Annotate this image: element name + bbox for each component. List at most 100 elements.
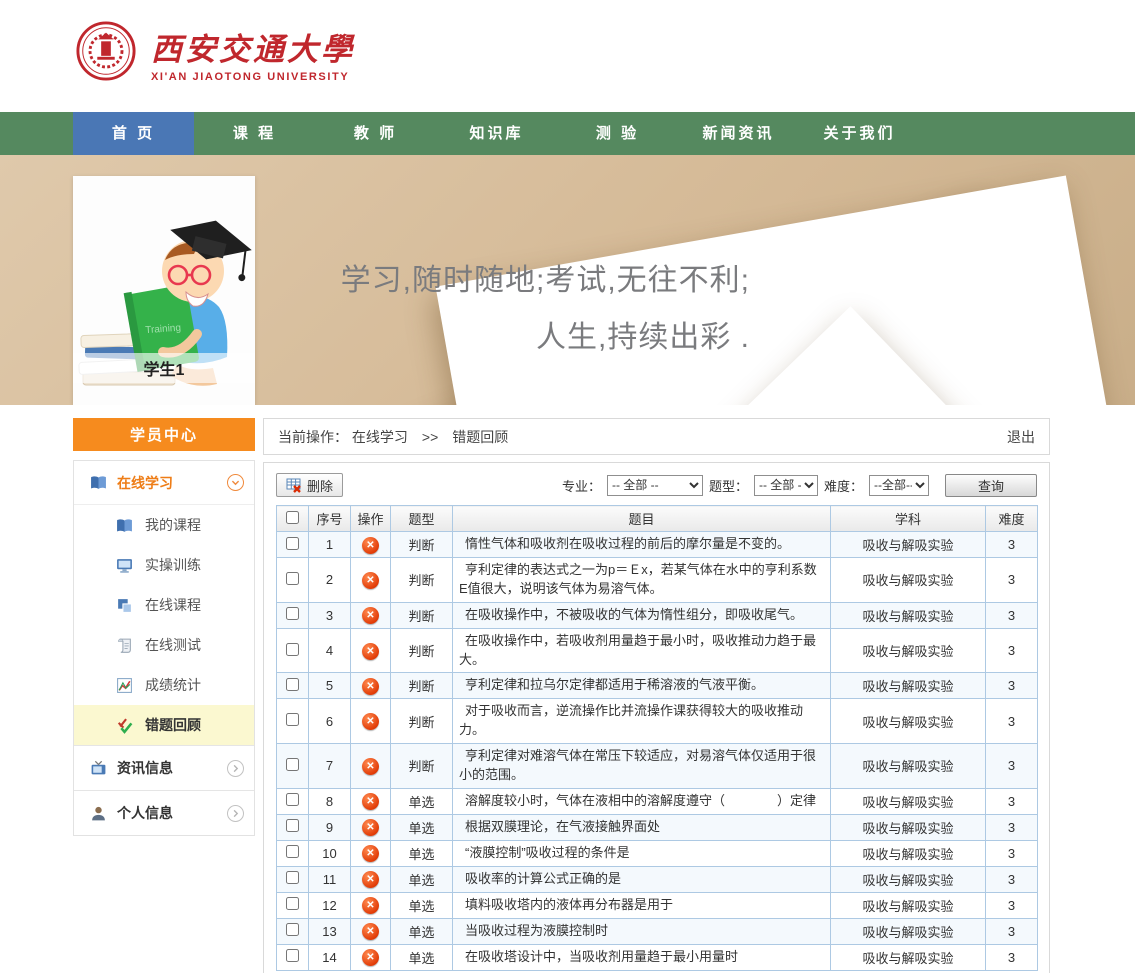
major-filter-select[interactable]: -- 全部 -- [607, 475, 703, 496]
sidebar-section-2[interactable]: 个人信息 [74, 790, 254, 835]
cell-subject: 吸收与解吸实验 [831, 699, 986, 744]
cell-subject: 吸收与解吸实验 [831, 892, 986, 918]
delete-row-icon[interactable]: ✕ [362, 607, 379, 624]
table-row: 5✕判断亨利定律和拉乌尔定律都适用于稀溶液的气液平衡。吸收与解吸实验3 [277, 673, 1038, 699]
cell-type: 单选 [391, 892, 453, 918]
sidebar-subitem-1[interactable]: 我的课程 [74, 505, 254, 545]
open-book-icon [90, 474, 107, 491]
delete-row-icon[interactable]: ✕ [362, 793, 379, 810]
delete-row-icon[interactable]: ✕ [362, 949, 379, 966]
delete-row-icon[interactable]: ✕ [362, 845, 379, 862]
delete-row-icon[interactable]: ✕ [362, 819, 379, 836]
row-checkbox[interactable] [286, 819, 299, 832]
delete-table-icon [286, 477, 302, 493]
question-type-filter-select[interactable]: -- 全部 -- [754, 475, 818, 496]
filter-label-3: 难度： [824, 476, 863, 495]
sidebar-section-label: 个人信息 [117, 803, 227, 823]
col-header-op: 操作 [351, 506, 391, 532]
sidebar-subitem-2[interactable]: 实操训练 [74, 545, 254, 585]
table-row: 2✕判断亨利定律的表达式之一为p＝Ｅx，若某气体在水中的亨利系数E值很大，说明该… [277, 558, 1038, 603]
row-checkbox[interactable] [286, 643, 299, 656]
sidebar-subitem-5[interactable]: 成绩统计 [74, 665, 254, 705]
nav-item-7[interactable]: 关于我们 [799, 112, 920, 155]
cell-no: 10 [309, 840, 351, 866]
logout-link[interactable]: 退出 [1007, 427, 1035, 447]
cell-question: 溶解度较小时，气体在液相中的溶解度遵守（ ）定律 [453, 788, 831, 814]
cell-difficulty: 3 [986, 866, 1038, 892]
row-checkbox[interactable] [286, 845, 299, 858]
book-icon [116, 517, 133, 534]
delete-row-icon[interactable]: ✕ [362, 643, 379, 660]
difficulty-filter-select[interactable]: --全部-- [869, 475, 929, 496]
nav-item-6[interactable]: 新闻资讯 [678, 112, 799, 155]
student-profile-card[interactable]: Training 学生1 [73, 176, 255, 405]
cell-subject: 吸收与解吸实验 [831, 788, 986, 814]
row-checkbox[interactable] [286, 871, 299, 884]
nav-item-2[interactable]: 课 程 [194, 112, 315, 155]
delete-row-icon[interactable]: ✕ [362, 923, 379, 940]
cell-question: 亨利定律的表达式之一为p＝Ｅx，若某气体在水中的亨利系数E值很大，说明该气体为易… [453, 558, 831, 603]
query-button[interactable]: 查询 [945, 474, 1037, 497]
row-checkbox[interactable] [286, 793, 299, 806]
row-checkbox[interactable] [286, 758, 299, 771]
slogan-line1: 学习,随时随地;考试,无往不利; [295, 255, 750, 299]
select-all-checkbox[interactable] [286, 511, 299, 524]
cell-no: 7 [309, 744, 351, 789]
table-row: 1✕判断惰性气体和吸收剂在吸收过程的前后的摩尔量是不变的。吸收与解吸实验3 [277, 532, 1038, 558]
row-checkbox[interactable] [286, 678, 299, 691]
main-column: 当前操作： 在线学习 >> 错题回顾 退出 删除 专业：-- 全部 --题型：-… [263, 418, 1050, 973]
table-row: 13✕单选当吸收过程为液膜控制时吸收与解吸实验3 [277, 918, 1038, 944]
sidebar-sub-items: 我的课程实操训练在线课程在线测试成绩统计错题回顾 [74, 505, 254, 745]
sidebar-item-online-learning[interactable]: 在线学习 [74, 461, 254, 505]
windows-icon [116, 597, 133, 614]
sidebar-section-1[interactable]: 资讯信息 [74, 745, 254, 790]
sidebar-subitem-label: 错题回顾 [145, 715, 201, 735]
nav-item-5[interactable]: 测 验 [557, 112, 678, 155]
cell-type: 判断 [391, 699, 453, 744]
delete-button[interactable]: 删除 [276, 473, 343, 497]
breadcrumb: 当前操作： 在线学习 >> 错题回顾 [278, 427, 1007, 447]
cell-question: 在吸收塔设计中，当吸收剂用量趋于最小用量时 [453, 944, 831, 970]
row-checkbox[interactable] [286, 949, 299, 962]
row-checkbox[interactable] [286, 572, 299, 585]
cell-type: 单选 [391, 840, 453, 866]
table-toolbar: 删除 专业：-- 全部 --题型：-- 全部 --难度：--全部-- 查询 [276, 471, 1037, 499]
delete-row-icon[interactable]: ✕ [362, 537, 379, 554]
chevron-right-icon[interactable] [227, 760, 244, 777]
cell-subject: 吸收与解吸实验 [831, 866, 986, 892]
sidebar-header-student-center[interactable]: 学员中心 [73, 418, 255, 451]
monitor-icon [116, 557, 133, 574]
cell-difficulty: 3 [986, 944, 1038, 970]
row-checkbox[interactable] [286, 607, 299, 620]
cell-question: 根据双膜理论，在气液接触界面处 [453, 814, 831, 840]
cell-type: 判断 [391, 558, 453, 603]
chevron-right-icon[interactable] [227, 805, 244, 822]
row-checkbox[interactable] [286, 923, 299, 936]
sidebar-subitem-4[interactable]: 在线测试 [74, 625, 254, 665]
questions-table: 序号 操作 题型 题目 学科 难度 1✕判断惰性气体和吸收剂在吸收过程的前后的摩… [276, 505, 1038, 971]
row-checkbox[interactable] [286, 897, 299, 910]
row-checkbox[interactable] [286, 537, 299, 550]
nav-item-1[interactable]: 首 页 [73, 112, 194, 155]
table-row: 7✕判断亨利定律对难溶气体在常压下较适应，对易溶气体仅适用于很小的范围。吸收与解… [277, 744, 1038, 789]
sidebar-subitem-3[interactable]: 在线课程 [74, 585, 254, 625]
delete-row-icon[interactable]: ✕ [362, 897, 379, 914]
nav-item-4[interactable]: 知识库 [436, 112, 557, 155]
delete-row-icon[interactable]: ✕ [362, 713, 379, 730]
delete-row-icon[interactable]: ✕ [362, 871, 379, 888]
cell-difficulty: 3 [986, 532, 1038, 558]
sidebar-section-label: 资讯信息 [117, 758, 227, 778]
cell-no: 1 [309, 532, 351, 558]
logo-title: 西安交通大學 [151, 24, 355, 69]
sidebar-subitem-6[interactable]: 错题回顾 [74, 705, 254, 745]
nav-item-3[interactable]: 教 师 [315, 112, 436, 155]
sidebar-subitem-label: 我的课程 [145, 515, 201, 535]
col-header-type: 题型 [391, 506, 453, 532]
cell-difficulty: 3 [986, 673, 1038, 699]
delete-row-icon[interactable]: ✕ [362, 572, 379, 589]
delete-row-icon[interactable]: ✕ [362, 758, 379, 775]
chevron-down-icon[interactable] [227, 474, 244, 491]
cell-type: 单选 [391, 814, 453, 840]
delete-row-icon[interactable]: ✕ [362, 678, 379, 695]
row-checkbox[interactable] [286, 713, 299, 726]
